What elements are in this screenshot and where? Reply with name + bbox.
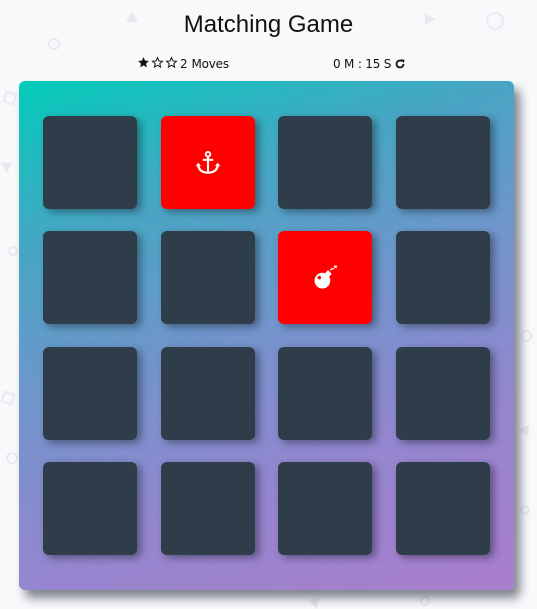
memory-card[interactable] — [396, 231, 490, 324]
memory-card[interactable] — [396, 347, 490, 440]
star-filled-icon — [138, 57, 149, 68]
memory-card[interactable] — [278, 231, 372, 324]
memory-card[interactable] — [396, 462, 490, 555]
card-deck — [19, 81, 514, 590]
memory-card[interactable] — [161, 116, 255, 209]
anchor-icon — [194, 149, 222, 177]
moves-count: 2 — [180, 57, 188, 71]
memory-card[interactable] — [278, 347, 372, 440]
score-panel: 2 Moves 0 M : 15 S — [137, 56, 405, 72]
memory-card[interactable] — [161, 462, 255, 555]
bomb-icon — [311, 264, 339, 292]
memory-card[interactable] — [43, 347, 137, 440]
memory-card[interactable] — [43, 231, 137, 324]
moves-counter: 2 Moves — [180, 56, 229, 72]
timer: 0 M : 15 S — [333, 56, 406, 72]
memory-card[interactable] — [278, 116, 372, 209]
moves-label: Moves — [191, 57, 229, 71]
memory-card[interactable] — [396, 116, 490, 209]
star-empty-icon — [151, 56, 164, 69]
memory-card[interactable] — [43, 116, 137, 209]
page-title: Matching Game — [183, 11, 354, 38]
timer-text: 0 M : 15 S — [333, 57, 392, 71]
memory-card[interactable] — [43, 462, 137, 555]
memory-card[interactable] — [278, 462, 372, 555]
restart-icon[interactable] — [394, 58, 406, 70]
star-empty-icon — [165, 56, 178, 69]
star-rating — [137, 56, 178, 69]
memory-card[interactable] — [161, 347, 255, 440]
memory-card[interactable] — [161, 231, 255, 324]
